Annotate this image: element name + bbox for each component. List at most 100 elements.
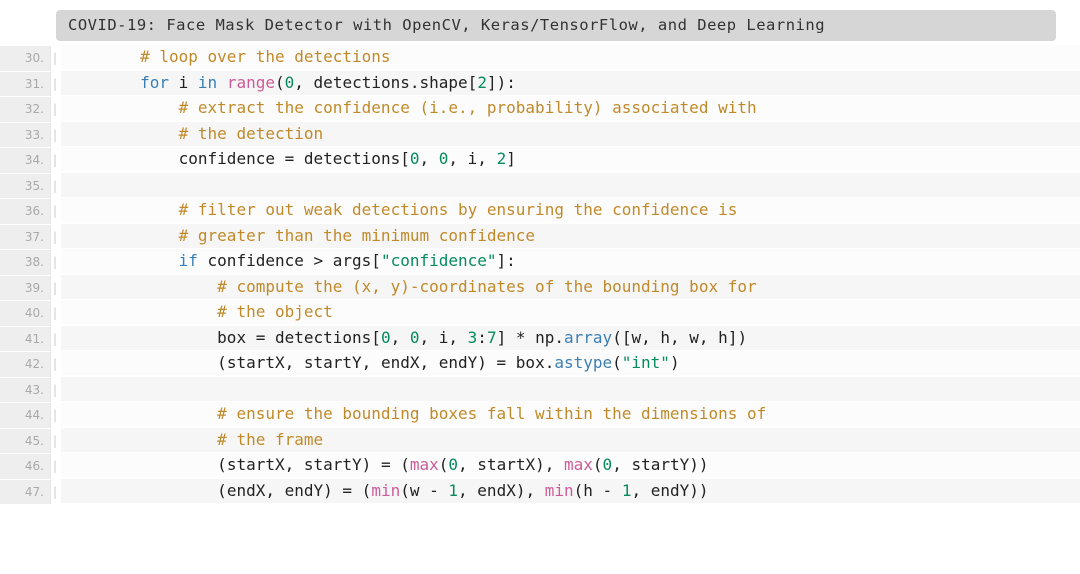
code-line[interactable]: 31.| for i in range(0, detections.shape[… bbox=[0, 71, 1080, 97]
code-token: ( bbox=[612, 353, 622, 372]
code-token: "confidence" bbox=[381, 251, 497, 270]
code-line[interactable]: 38.| if confidence > args["confidence"]: bbox=[0, 249, 1080, 275]
line-code[interactable]: # the frame bbox=[61, 428, 1080, 452]
code-token: , bbox=[294, 73, 313, 92]
code-token: ]: bbox=[497, 251, 516, 270]
code-token: endY bbox=[651, 481, 690, 500]
code-line[interactable]: 37.| # greater than the minimum confiden… bbox=[0, 224, 1080, 250]
code-line[interactable]: 36.| # filter out weak detections by ens… bbox=[0, 198, 1080, 224]
code-token: max bbox=[410, 455, 439, 474]
code-line[interactable]: 40.| # the object bbox=[0, 300, 1080, 326]
line-code[interactable]: # the object bbox=[61, 300, 1080, 324]
code-token: confidence bbox=[198, 251, 314, 270]
gutter-separator: | bbox=[51, 276, 61, 301]
code-token: confidence bbox=[63, 149, 285, 168]
code-token: endX bbox=[477, 481, 516, 500]
code-token: [ bbox=[400, 149, 410, 168]
code-area[interactable]: 30.| # loop over the detections31.| for … bbox=[0, 45, 1080, 504]
code-line[interactable]: 45.| # the frame bbox=[0, 428, 1080, 454]
code-token: np. bbox=[535, 328, 564, 347]
line-code[interactable]: box = detections[0, 0, i, 3:7] * np.arra… bbox=[61, 326, 1080, 350]
gutter-separator: | bbox=[51, 97, 61, 122]
code-token: # compute the (x, y)-coordinates of the … bbox=[217, 277, 756, 296]
code-token: , bbox=[391, 328, 410, 347]
line-number: 33. bbox=[0, 123, 51, 148]
line-code[interactable]: # filter out weak detections by ensuring… bbox=[61, 198, 1080, 222]
code-line[interactable]: 32.| # extract the confidence (i.e., pro… bbox=[0, 96, 1080, 122]
code-token: startX bbox=[477, 455, 535, 474]
code-token: array bbox=[564, 328, 612, 347]
code-token: detections bbox=[304, 149, 400, 168]
code-token: ( bbox=[439, 455, 449, 474]
code-token: )) bbox=[689, 455, 708, 474]
line-number: 43. bbox=[0, 378, 51, 403]
line-number: 46. bbox=[0, 454, 51, 479]
code-token: h bbox=[718, 328, 728, 347]
line-code[interactable]: (startX, startY) = (max(0, startX), max(… bbox=[61, 453, 1080, 477]
code-token: ([ bbox=[612, 328, 631, 347]
code-token: 2 bbox=[497, 149, 507, 168]
code-token: > bbox=[314, 251, 333, 270]
code-token: args bbox=[333, 251, 372, 270]
line-code[interactable]: # the detection bbox=[61, 122, 1080, 146]
line-code[interactable]: # loop over the detections bbox=[61, 45, 1080, 69]
code-token: ) = ( bbox=[362, 455, 410, 474]
line-number: 37. bbox=[0, 225, 51, 250]
code-line[interactable]: 30.| # loop over the detections bbox=[0, 45, 1080, 71]
line-code[interactable]: # extract the confidence (i.e., probabil… bbox=[61, 96, 1080, 120]
code-token: endX bbox=[227, 481, 266, 500]
code-token: - bbox=[429, 481, 448, 500]
code-token: endY bbox=[439, 353, 478, 372]
line-code[interactable]: # compute the (x, y)-coordinates of the … bbox=[61, 275, 1080, 299]
line-code[interactable] bbox=[61, 173, 1080, 197]
code-token: w bbox=[410, 481, 429, 500]
code-token bbox=[63, 175, 73, 194]
line-code[interactable] bbox=[61, 377, 1080, 401]
line-number: 47. bbox=[0, 480, 51, 505]
code-line[interactable]: 33.| # the detection bbox=[0, 122, 1080, 148]
code-line[interactable]: 43.| bbox=[0, 377, 1080, 403]
code-token: )) bbox=[689, 481, 708, 500]
code-line[interactable]: 42.| (startX, startY, endX, endY) = box.… bbox=[0, 351, 1080, 377]
line-code[interactable]: if confidence > args["confidence"]: bbox=[61, 249, 1080, 273]
line-code[interactable]: # ensure the bounding boxes fall within … bbox=[61, 402, 1080, 426]
line-code[interactable]: confidence = detections[0, 0, i, 2] bbox=[61, 147, 1080, 171]
code-token: w bbox=[689, 328, 699, 347]
code-token: startY bbox=[304, 353, 362, 372]
line-number: 41. bbox=[0, 327, 51, 352]
gutter-separator: | bbox=[51, 250, 61, 275]
code-token: box bbox=[63, 328, 256, 347]
code-token: # extract the confidence (i.e., probabil… bbox=[179, 98, 757, 117]
code-token: 1 bbox=[448, 481, 458, 500]
code-token: startY bbox=[631, 455, 689, 474]
gutter-separator: | bbox=[51, 301, 61, 326]
title-bar: COVID-19: Face Mask Detector with OpenCV… bbox=[56, 10, 1056, 41]
code-line[interactable]: 44.| # ensure the bounding boxes fall wi… bbox=[0, 402, 1080, 428]
code-token: i bbox=[439, 328, 449, 347]
line-number: 30. bbox=[0, 46, 51, 71]
code-line[interactable]: 39.| # compute the (x, y)-coordinates of… bbox=[0, 275, 1080, 301]
code-line[interactable]: 46.| (startX, startY) = (max(0, startX),… bbox=[0, 453, 1080, 479]
code-token: detections bbox=[275, 328, 371, 347]
gutter-separator: | bbox=[51, 454, 61, 479]
code-token: , bbox=[458, 481, 477, 500]
code-token: ] * bbox=[497, 328, 536, 347]
code-line[interactable]: 34.| confidence = detections[0, 0, i, 2] bbox=[0, 147, 1080, 173]
line-code[interactable]: (endX, endY) = (min(w - 1, endX), min(h … bbox=[61, 479, 1080, 503]
code-token: h bbox=[660, 328, 670, 347]
line-code[interactable]: # greater than the minimum confidence bbox=[61, 224, 1080, 248]
code-token bbox=[63, 73, 140, 92]
code-line[interactable]: 35.| bbox=[0, 173, 1080, 199]
code-token: , bbox=[419, 328, 438, 347]
code-token: ( bbox=[593, 455, 603, 474]
line-number: 35. bbox=[0, 174, 51, 199]
code-token bbox=[63, 353, 217, 372]
code-token: ( bbox=[400, 481, 410, 500]
line-number: 39. bbox=[0, 276, 51, 301]
code-token: ) = bbox=[477, 353, 516, 372]
code-line[interactable]: 41.| box = detections[0, 0, i, 3:7] * np… bbox=[0, 326, 1080, 352]
line-code[interactable]: for i in range(0, detections.shape[2]): bbox=[61, 71, 1080, 95]
code-line[interactable]: 47.| (endX, endY) = (min(w - 1, endX), m… bbox=[0, 479, 1080, 505]
line-code[interactable]: (startX, startY, endX, endY) = box.astyp… bbox=[61, 351, 1080, 375]
code-token: , bbox=[419, 353, 438, 372]
